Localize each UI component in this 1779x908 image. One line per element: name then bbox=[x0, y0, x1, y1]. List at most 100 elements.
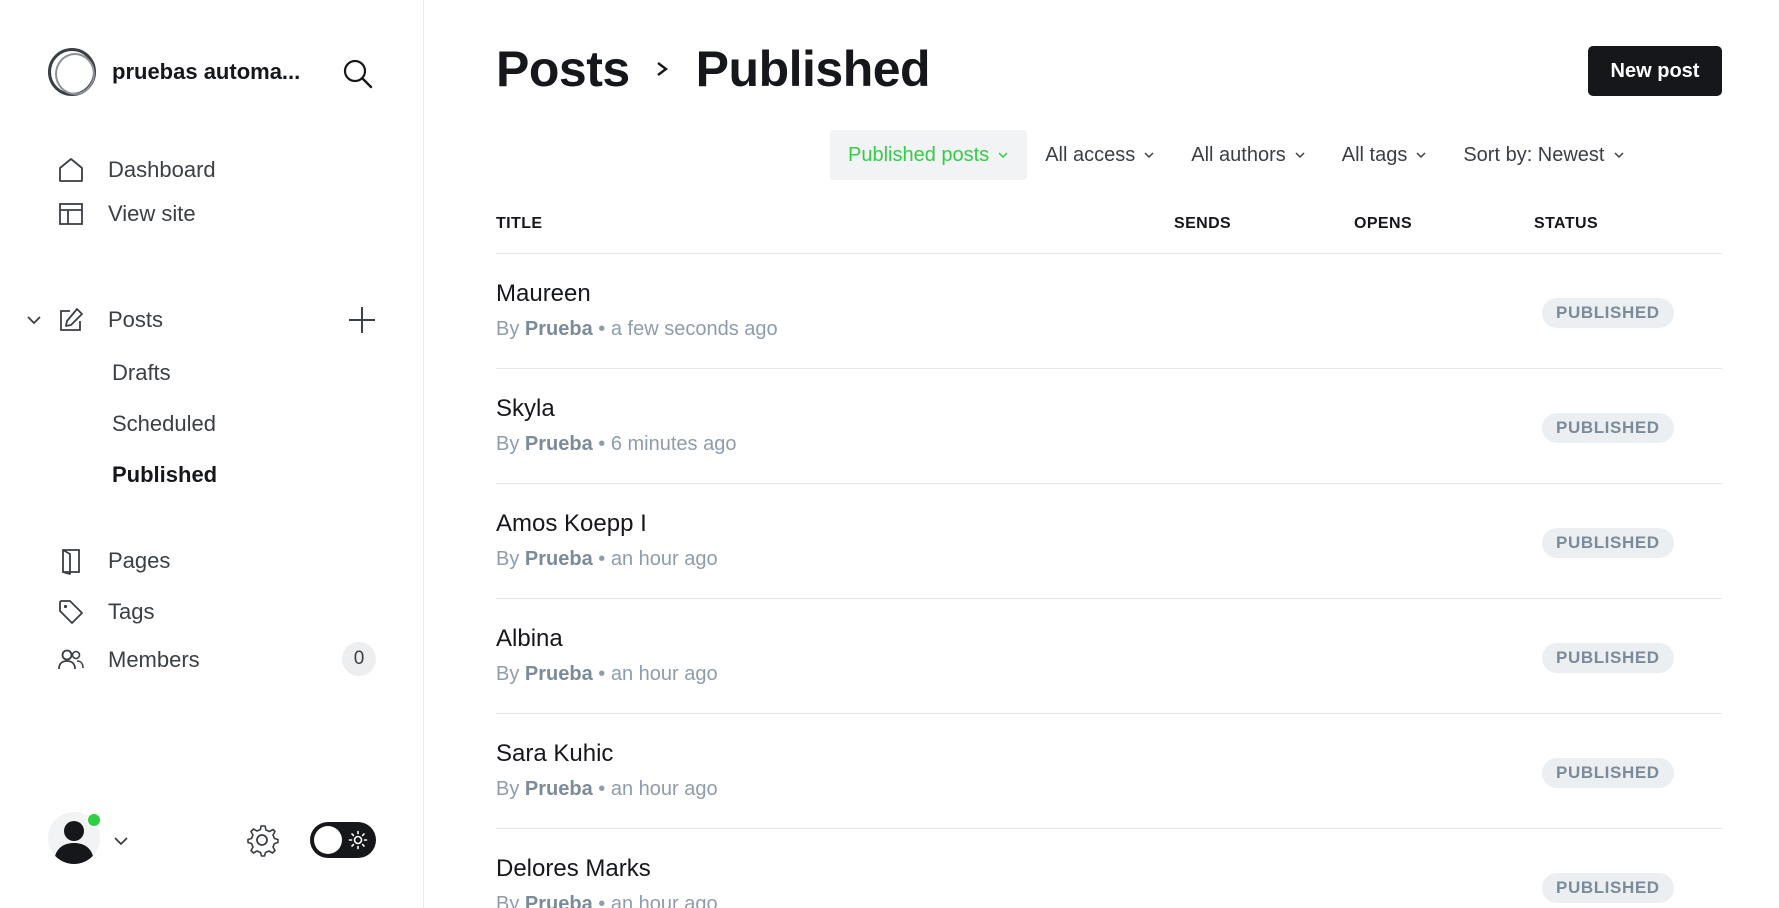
main-content: Posts Published New post Published posts… bbox=[424, 0, 1779, 908]
sidebar-item-published[interactable]: Published bbox=[112, 457, 217, 493]
post-meta: By Prueba • 6 minutes ago bbox=[496, 433, 736, 456]
status-badge: PUBLISHED bbox=[1542, 643, 1674, 673]
post-title: Albina bbox=[496, 625, 563, 652]
by-label: By bbox=[496, 893, 520, 908]
by-label: By bbox=[496, 548, 520, 570]
online-status-dot bbox=[86, 812, 102, 828]
search-icon[interactable] bbox=[340, 56, 376, 92]
filter-label: Sort by: Newest bbox=[1463, 143, 1605, 166]
sidebar-item-posts[interactable]: Posts bbox=[56, 300, 163, 340]
table-row[interactable]: Sara Kuhic By Prueba • an hour ago PUBLI… bbox=[496, 714, 1722, 829]
by-label: By bbox=[496, 778, 520, 800]
by-label: By bbox=[496, 663, 520, 685]
post-meta: By Prueba • an hour ago bbox=[496, 893, 718, 908]
filter-post-type[interactable]: Published posts bbox=[830, 130, 1028, 180]
plus-icon[interactable] bbox=[346, 304, 378, 336]
chevron-right-icon bbox=[656, 62, 668, 76]
post-title: Delores Marks bbox=[496, 855, 651, 882]
filter-label: All tags bbox=[1341, 143, 1408, 166]
sidebar-item-label: Pages bbox=[108, 548, 171, 573]
post-author: Prueba bbox=[524, 778, 593, 800]
gear-icon[interactable] bbox=[244, 822, 280, 858]
chevron-down-icon bbox=[1416, 152, 1426, 159]
status-badge: PUBLISHED bbox=[1542, 873, 1674, 903]
filter-label: All authors bbox=[1191, 143, 1286, 166]
sidebar-item-tags[interactable]: Tags bbox=[56, 592, 154, 632]
filter-bar: Published posts All access All authors A… bbox=[830, 130, 1643, 180]
new-post-button[interactable]: New post bbox=[1588, 46, 1722, 96]
by-label: By bbox=[496, 433, 520, 455]
site-logo bbox=[48, 48, 96, 96]
filter-authors[interactable]: All authors bbox=[1173, 130, 1324, 180]
sidebar: pruebas automa... Dashboard View site Po… bbox=[0, 0, 424, 908]
chevron-down-icon[interactable] bbox=[110, 830, 132, 852]
post-time: • a few seconds ago bbox=[598, 318, 778, 340]
chevron-down-icon bbox=[1295, 152, 1305, 159]
sidebar-item-label: Posts bbox=[108, 307, 164, 332]
site-name: pruebas automa... bbox=[112, 59, 301, 84]
post-author: Prueba bbox=[524, 433, 593, 455]
breadcrumb-current: Published bbox=[695, 41, 931, 97]
post-author: Prueba bbox=[524, 893, 593, 908]
sidebar-item-label: View site bbox=[108, 201, 196, 226]
column-sends: SENDS bbox=[1174, 215, 1232, 232]
filter-access[interactable]: All access bbox=[1027, 130, 1173, 180]
filter-label: All access bbox=[1045, 143, 1136, 166]
table-row[interactable]: Delores Marks By Prueba • an hour ago PU… bbox=[496, 829, 1722, 908]
posts-list: Maureen By Prueba • a few seconds ago PU… bbox=[496, 254, 1722, 908]
table-row[interactable]: Albina By Prueba • an hour ago PUBLISHED bbox=[496, 599, 1722, 714]
post-meta: By Prueba • an hour ago bbox=[496, 778, 718, 801]
post-meta: By Prueba • an hour ago bbox=[496, 548, 718, 571]
status-badge: PUBLISHED bbox=[1542, 758, 1674, 788]
post-meta: By Prueba • a few seconds ago bbox=[496, 318, 778, 341]
theme-toggle[interactable] bbox=[310, 822, 376, 858]
by-label: By bbox=[496, 318, 520, 340]
chevron-down-icon[interactable] bbox=[24, 310, 44, 330]
post-time: • an hour ago bbox=[598, 663, 718, 685]
post-title: Maureen bbox=[496, 280, 591, 307]
sun-icon bbox=[348, 830, 368, 850]
filter-tags[interactable]: All tags bbox=[1324, 130, 1446, 180]
members-icon bbox=[56, 645, 86, 675]
sidebar-item-drafts[interactable]: Drafts bbox=[112, 355, 171, 391]
table-row[interactable]: Skyla By Prueba • 6 minutes ago PUBLISHE… bbox=[496, 369, 1722, 484]
layout-icon bbox=[56, 199, 86, 229]
post-meta: By Prueba • an hour ago bbox=[496, 663, 718, 686]
post-title: Sara Kuhic bbox=[496, 740, 614, 767]
sidebar-item-dashboard[interactable]: Dashboard bbox=[56, 150, 216, 190]
status-badge: PUBLISHED bbox=[1542, 298, 1674, 328]
post-author: Prueba bbox=[524, 663, 593, 685]
sidebar-item-scheduled[interactable]: Scheduled bbox=[112, 406, 216, 442]
edit-icon bbox=[56, 305, 86, 335]
chevron-down-icon bbox=[998, 152, 1008, 159]
sidebar-item-view-site[interactable]: View site bbox=[56, 194, 196, 234]
toggle-knob bbox=[314, 826, 342, 854]
post-author: Prueba bbox=[524, 548, 593, 570]
post-time: • 6 minutes ago bbox=[598, 433, 737, 455]
table-row[interactable]: Amos Koepp I By Prueba • an hour ago PUB… bbox=[496, 484, 1722, 599]
column-title: TITLE bbox=[496, 215, 543, 232]
status-badge: PUBLISHED bbox=[1542, 413, 1674, 443]
sidebar-item-members[interactable]: Members bbox=[56, 640, 200, 680]
site-brand[interactable]: pruebas automa... bbox=[48, 48, 300, 96]
post-time: • an hour ago bbox=[598, 778, 718, 800]
column-status: STATUS bbox=[1534, 215, 1599, 232]
filter-sort[interactable]: Sort by: Newest bbox=[1445, 130, 1642, 180]
home-icon bbox=[56, 155, 86, 185]
sidebar-item-pages[interactable]: Pages bbox=[56, 541, 170, 581]
chevron-down-icon bbox=[1144, 152, 1154, 159]
tag-icon bbox=[56, 597, 86, 627]
post-time: • an hour ago bbox=[598, 893, 718, 908]
status-badge: PUBLISHED bbox=[1542, 528, 1674, 558]
post-author: Prueba bbox=[524, 318, 593, 340]
sidebar-item-label: Members bbox=[108, 647, 200, 672]
table-row[interactable]: Maureen By Prueba • a few seconds ago PU… bbox=[496, 254, 1722, 369]
members-count-badge: 0 bbox=[342, 642, 376, 676]
post-title: Amos Koepp I bbox=[496, 510, 647, 537]
sidebar-item-label: Dashboard bbox=[108, 157, 216, 182]
column-opens: OPENS bbox=[1354, 215, 1413, 232]
page-title: Posts Published bbox=[496, 40, 931, 98]
post-title: Skyla bbox=[496, 395, 555, 422]
breadcrumb-posts[interactable]: Posts bbox=[496, 40, 630, 98]
table-header: TITLE SENDS OPENS STATUS bbox=[496, 208, 1722, 254]
